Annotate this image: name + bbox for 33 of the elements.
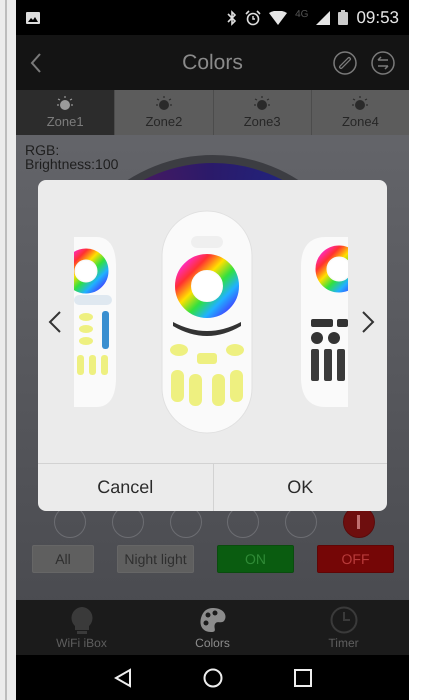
sun-icon (351, 96, 370, 112)
zone-tab[interactable]: Zone1 (16, 90, 114, 135)
bluetooth-icon (227, 10, 238, 26)
chevron-left-icon[interactable] (48, 310, 62, 334)
sun-icon (154, 96, 173, 112)
sun-icon (56, 96, 74, 112)
screen-title: Colors (182, 50, 243, 74)
rgb-label: RGB: (25, 143, 60, 157)
dialog-button[interactable]: Cancel (38, 464, 212, 511)
network-type: 4G (295, 9, 308, 20)
clock-time: 09:53 (356, 8, 399, 28)
chevron-right-icon[interactable] (361, 310, 375, 334)
sun-icon (253, 96, 272, 112)
nav-tab[interactable]: Colors (147, 600, 278, 655)
home-icon[interactable] (202, 668, 222, 688)
wifi-icon (269, 10, 288, 24)
action-button[interactable]: OFF (317, 545, 394, 573)
brightness-label: Brightness:100 (25, 157, 118, 171)
swap-icon[interactable] (371, 50, 395, 74)
back-nav-icon[interactable] (114, 668, 132, 688)
signal-icon (316, 10, 330, 24)
nav-tab[interactable]: Timer (278, 600, 409, 655)
back-icon[interactable] (30, 52, 42, 72)
battery-icon (338, 10, 348, 25)
nav-tab[interactable]: WiFi iBox (16, 600, 147, 655)
palette-icon (198, 606, 228, 634)
dialog-button[interactable]: OK (212, 464, 387, 511)
image-icon (26, 12, 40, 24)
alarm-icon (245, 10, 262, 26)
bulb-icon (68, 606, 94, 634)
link-icon[interactable] (333, 50, 357, 74)
clock-icon (330, 606, 358, 634)
recents-icon[interactable] (294, 668, 312, 686)
